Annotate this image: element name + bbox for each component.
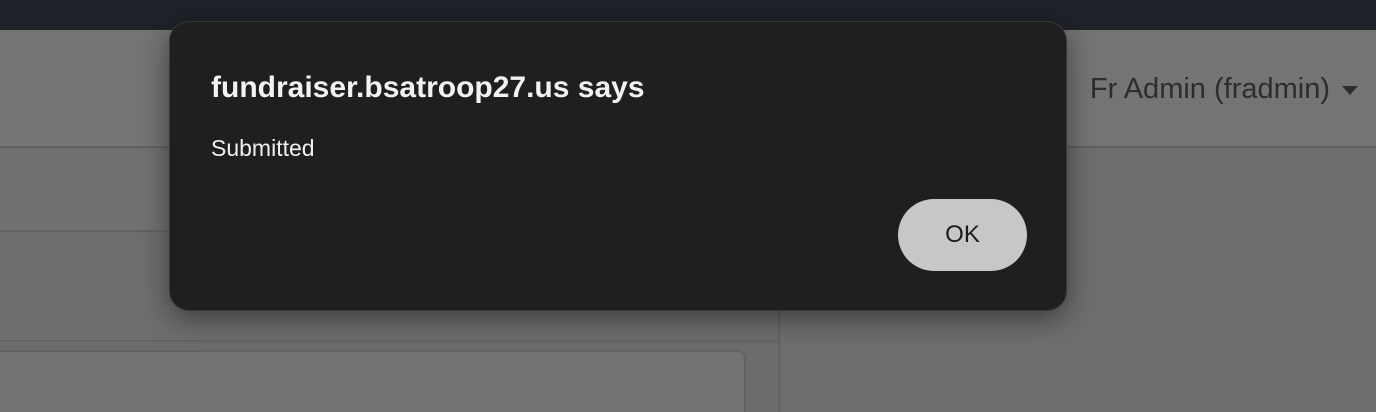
dialog-title: fundraiser.bsatroop27.us says xyxy=(211,71,645,104)
alert-dialog: fundraiser.bsatroop27.us says Submitted … xyxy=(169,21,1067,311)
user-menu[interactable]: Fr Admin (fradmin) xyxy=(1090,70,1358,108)
form-input-box[interactable] xyxy=(0,350,746,412)
user-menu-label: Fr Admin (fradmin) xyxy=(1089,73,1330,105)
chevron-down-icon xyxy=(1342,85,1358,95)
ok-button[interactable]: OK xyxy=(898,199,1027,271)
dialog-message: Submitted xyxy=(211,135,315,161)
